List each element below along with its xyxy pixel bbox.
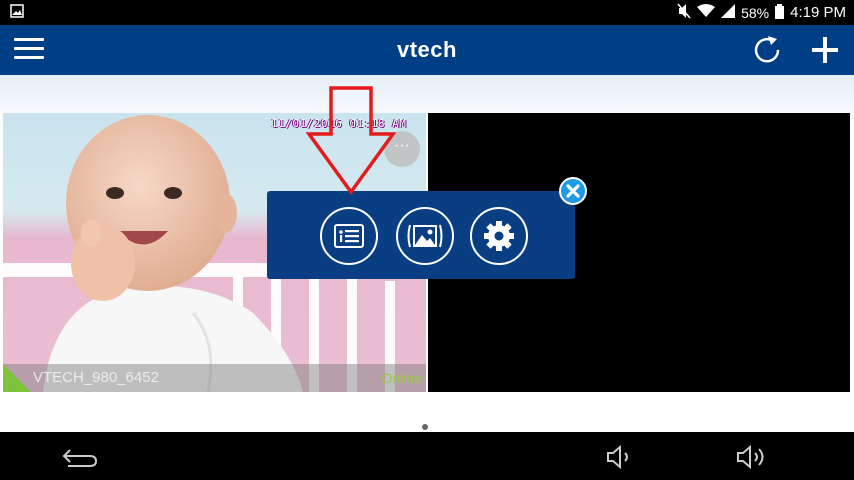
screen: 58% 4:19 PM vtech 11/01/2016 01:18 AM ··… <box>0 0 854 480</box>
camera-name: VTECH_980_6452 <box>33 369 159 386</box>
clock: 4:19 PM <box>790 4 846 21</box>
camera-status: Online <box>381 370 422 386</box>
settings-button[interactable] <box>470 207 528 265</box>
page-indicator-dot <box>422 424 428 430</box>
settings-gear-icon <box>484 221 514 251</box>
refresh-icon <box>754 36 780 63</box>
close-popup-button[interactable] <box>559 177 587 205</box>
battery-icon <box>775 3 785 22</box>
camera-options-popup <box>267 191 575 279</box>
back-button[interactable] <box>60 444 100 468</box>
status-bar: 58% 4:19 PM <box>0 0 854 25</box>
battery-percent: 58% <box>741 4 770 21</box>
add-camera-button[interactable] <box>808 33 842 67</box>
volume-up-icon <box>737 444 764 470</box>
annotation-arrow-icon <box>305 86 397 195</box>
close-icon <box>566 184 580 198</box>
gallery-icon <box>407 224 443 248</box>
add-icon <box>812 37 838 63</box>
camera-list-button[interactable] <box>320 207 378 265</box>
volume-down-icon <box>607 444 628 470</box>
mute-icon <box>677 3 691 22</box>
navigation-bar <box>0 432 854 480</box>
volume-down-button[interactable] <box>604 444 636 470</box>
content-header-gradient <box>0 75 854 113</box>
back-icon <box>62 449 98 467</box>
wifi-icon <box>697 4 716 21</box>
signal-icon <box>721 4 736 21</box>
app-title: vtech <box>397 37 457 62</box>
gallery-button[interactable] <box>396 207 454 265</box>
gallery-notification-icon <box>10 4 24 23</box>
app-bar: vtech <box>0 25 854 75</box>
online-indicator-flag <box>3 364 31 392</box>
camera-list-icon <box>334 224 364 248</box>
volume-up-button[interactable] <box>734 444 768 470</box>
refresh-button[interactable] <box>750 33 784 67</box>
